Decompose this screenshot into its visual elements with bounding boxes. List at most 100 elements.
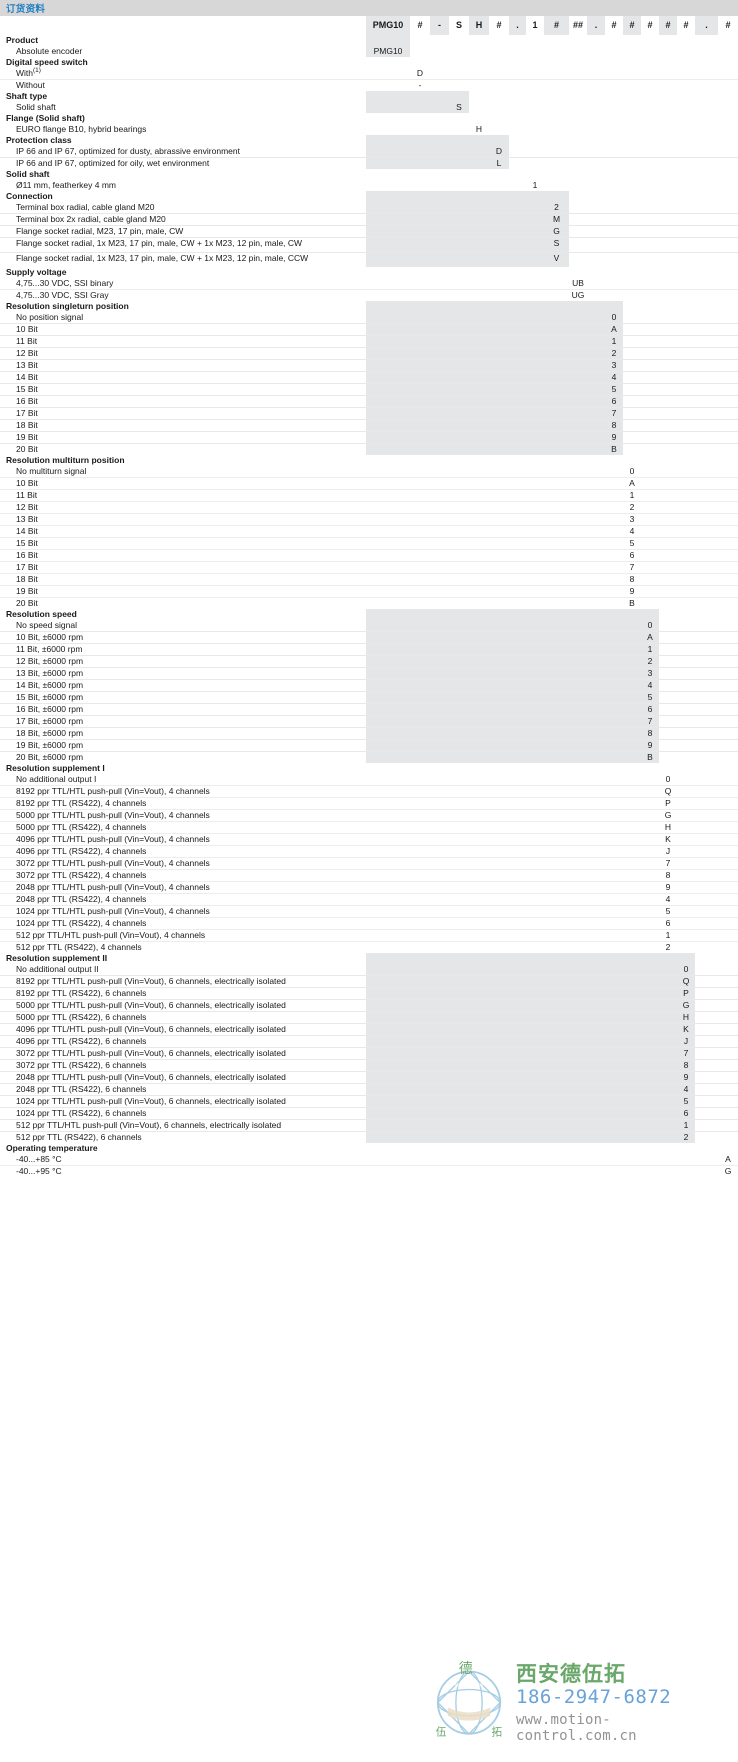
table-row[interactable]: 2048 ppr TTL/HTL push-pull (Vin=Vout), 4… [0, 881, 738, 894]
table-row[interactable]: 512 ppr TTL/HTL push-pull (Vin=Vout), 4 … [0, 929, 738, 942]
table-row[interactable]: 4096 ppr TTL (RS422), 4 channels J [0, 845, 738, 858]
table-row[interactable]: 19 Bit 9 [0, 585, 738, 598]
code-pad-cell [366, 1119, 410, 1132]
table-row[interactable]: Absolute encoder PMG10 [0, 46, 738, 57]
table-row[interactable]: 5000 ppr TTL (RS422), 4 channels H [0, 821, 738, 834]
table-row[interactable]: 1024 ppr TTL/HTL push-pull (Vin=Vout), 6… [0, 1095, 738, 1108]
table-row[interactable]: IP 66 and IP 67, optimized for oily, wet… [0, 157, 738, 169]
table-row[interactable]: 19 Bit, ±6000 rpm 9 [0, 739, 738, 752]
table-row[interactable]: 8192 ppr TTL (RS422), 6 channels P [0, 987, 738, 1000]
table-row[interactable]: 18 Bit 8 [0, 573, 738, 586]
table-row[interactable]: 512 ppr TTL/HTL push-pull (Vin=Vout), 6 … [0, 1119, 738, 1132]
table-row[interactable]: 18 Bit 8 [0, 419, 738, 432]
table-row[interactable]: No additional output II 0 [0, 964, 738, 976]
code-pad-cell [677, 383, 695, 396]
table-row[interactable]: 12 Bit 2 [0, 501, 738, 514]
code-pad-cell [623, 655, 641, 668]
option-label: No speed signal [0, 620, 366, 632]
table-row[interactable]: Without - [0, 79, 738, 91]
table-row[interactable]: Flange socket radial, M23, 17 pin, male,… [0, 225, 738, 238]
table-row[interactable]: Flange socket radial, 1x M23, 17 pin, ma… [0, 237, 738, 253]
table-row[interactable]: 1024 ppr TTL (RS422), 6 channels 6 [0, 1107, 738, 1120]
table-row[interactable]: 5000 ppr TTL (RS422), 6 channels H [0, 1011, 738, 1024]
code-header-cell: # [489, 16, 509, 35]
table-row[interactable]: 17 Bit 7 [0, 561, 738, 574]
code-pad-cell [718, 549, 738, 562]
table-row[interactable]: 1024 ppr TTL/HTL push-pull (Vin=Vout), 4… [0, 905, 738, 918]
option-label: 20 Bit [0, 597, 366, 609]
table-row[interactable]: 17 Bit 7 [0, 407, 738, 420]
table-row[interactable]: With(1) D [0, 67, 738, 80]
code-pad-cell [366, 929, 410, 942]
table-row[interactable]: Flange socket radial, 1x M23, 17 pin, ma… [0, 252, 738, 267]
table-row[interactable]: EURO flange B10, hybrid bearings H [0, 124, 738, 135]
table-row[interactable]: 14 Bit, ±6000 rpm 4 [0, 679, 738, 692]
table-row[interactable]: -40...+95 °C G [0, 1165, 738, 1177]
table-row[interactable]: 10 Bit A [0, 323, 738, 336]
code-pad-cell [718, 809, 738, 822]
table-row[interactable]: 14 Bit 4 [0, 371, 738, 384]
table-row[interactable]: 15 Bit 5 [0, 383, 738, 396]
code-pad-cell [659, 727, 677, 740]
table-row[interactable]: 20 Bit B [0, 597, 738, 609]
table-row[interactable]: 2048 ppr TTL/HTL push-pull (Vin=Vout), 6… [0, 1071, 738, 1084]
table-row[interactable]: 3072 ppr TTL (RS422), 4 channels 8 [0, 869, 738, 882]
code-pad-cell [410, 323, 430, 336]
table-row[interactable]: 4096 ppr TTL/HTL push-pull (Vin=Vout), 4… [0, 833, 738, 846]
table-row[interactable]: Solid shaft S [0, 102, 738, 113]
table-row[interactable]: 8192 ppr TTL/HTL push-pull (Vin=Vout), 6… [0, 975, 738, 988]
table-row[interactable]: No additional output I0 [0, 774, 738, 786]
table-row[interactable]: 1024 ppr TTL (RS422), 4 channels 6 [0, 917, 738, 930]
table-row[interactable]: 5000 ppr TTL/HTL push-pull (Vin=Vout), 4… [0, 809, 738, 822]
svg-text:德: 德 [459, 1661, 473, 1677]
table-row[interactable]: 15 Bit 5 [0, 537, 738, 550]
table-row[interactable]: No position signal 0 [0, 312, 738, 324]
code-pad-cell [544, 513, 569, 526]
table-row[interactable]: 3072 ppr TTL (RS422), 6 channels 8 [0, 1059, 738, 1072]
table-row[interactable]: 20 Bit, ±6000 rpm B [0, 751, 738, 763]
table-row[interactable]: 13 Bit 3 [0, 513, 738, 526]
table-row[interactable]: 18 Bit, ±6000 rpm 8 [0, 727, 738, 740]
table-row[interactable]: 2048 ppr TTL (RS422), 6 channels 4 [0, 1083, 738, 1096]
table-row[interactable]: 19 Bit 9 [0, 431, 738, 444]
table-row[interactable]: 20 Bit B [0, 443, 738, 455]
table-row[interactable]: Terminal box radial, cable gland M20 2 [0, 202, 738, 214]
table-row[interactable]: 4,75...30 VDC, SSI Gray UG [0, 289, 738, 301]
table-row[interactable]: 10 Bit A [0, 477, 738, 490]
table-row[interactable]: 14 Bit 4 [0, 525, 738, 538]
table-row[interactable]: 5000 ppr TTL/HTL push-pull (Vin=Vout), 6… [0, 999, 738, 1012]
code-pad-cell [544, 643, 569, 656]
code-pad-cell [489, 727, 509, 740]
table-row[interactable]: 12 Bit 2 [0, 347, 738, 360]
code-pad-cell [623, 419, 641, 432]
table-row[interactable]: No multiturn signal 0 [0, 466, 738, 478]
table-row[interactable]: Terminal box 2x radial, cable gland M20 M [0, 213, 738, 226]
table-row[interactable]: IP 66 and IP 67, optimized for dusty, ab… [0, 146, 738, 158]
table-row[interactable]: 8192 ppr TTL (RS422), 4 channels P [0, 797, 738, 810]
table-row[interactable]: 2048 ppr TTL (RS422), 4 channels 4 [0, 893, 738, 906]
table-row[interactable]: 3072 ppr TTL/HTL push-pull (Vin=Vout), 4… [0, 857, 738, 870]
table-row[interactable]: 512 ppr TTL (RS422), 4 channels 2 [0, 941, 738, 953]
table-row[interactable]: 17 Bit, ±6000 rpm 7 [0, 715, 738, 728]
table-row[interactable]: 13 Bit 3 [0, 359, 738, 372]
table-row[interactable]: 11 Bit 1 [0, 335, 738, 348]
table-row[interactable]: 11 Bit, ±6000 rpm 1 [0, 643, 738, 656]
table-row[interactable]: -40...+85 °C A [0, 1154, 738, 1166]
table-row[interactable]: 12 Bit, ±6000 rpm 2 [0, 655, 738, 668]
table-row[interactable]: 4096 ppr TTL (RS422), 6 channels J [0, 1035, 738, 1048]
table-row[interactable]: 16 Bit 6 [0, 395, 738, 408]
table-row[interactable]: Ø11 mm, featherkey 4 mm 1 [0, 180, 738, 191]
code-pad-cell [718, 1107, 738, 1120]
table-row[interactable]: 4,75...30 VDC, SSI binary UB [0, 278, 738, 290]
table-row[interactable]: No speed signal 0 [0, 620, 738, 632]
table-row[interactable]: 10 Bit, ±6000 rpm A [0, 631, 738, 644]
table-row[interactable]: 4096 ppr TTL/HTL push-pull (Vin=Vout), 6… [0, 1023, 738, 1036]
table-row[interactable]: 16 Bit 6 [0, 549, 738, 562]
table-row[interactable]: 11 Bit 1 [0, 489, 738, 502]
table-row[interactable]: 8192 ppr TTL/HTL push-pull (Vin=Vout), 4… [0, 785, 738, 798]
table-row[interactable]: 16 Bit, ±6000 rpm 6 [0, 703, 738, 716]
table-row[interactable]: 512 ppr TTL (RS422), 6 channels 2 [0, 1131, 738, 1143]
table-row[interactable]: 3072 ppr TTL/HTL push-pull (Vin=Vout), 6… [0, 1047, 738, 1060]
table-row[interactable]: 13 Bit, ±6000 rpm 3 [0, 667, 738, 680]
table-row[interactable]: 15 Bit, ±6000 rpm 5 [0, 691, 738, 704]
